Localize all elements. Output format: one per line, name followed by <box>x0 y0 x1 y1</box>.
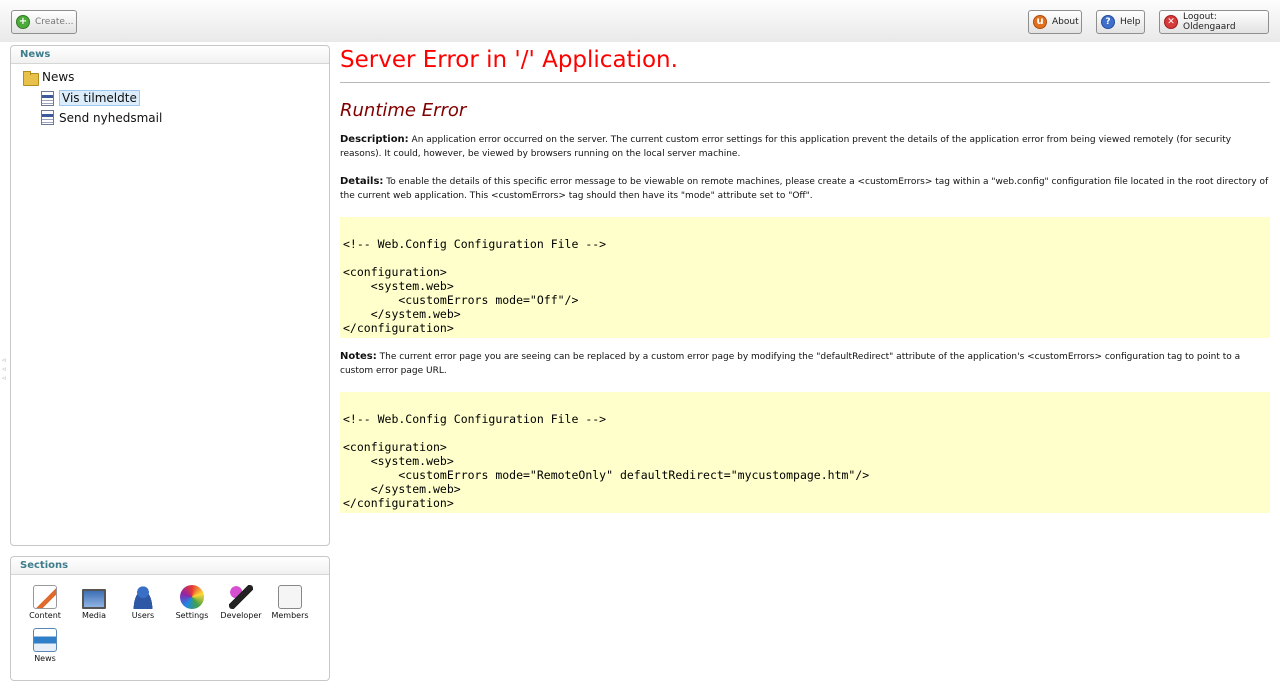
news-icon <box>33 628 57 652</box>
section-members[interactable]: Members <box>268 585 312 620</box>
notes-label: Notes: <box>340 351 377 362</box>
tree-node-vis-tilmeldte[interactable]: Vis tilmeldte <box>41 90 140 106</box>
settings-icon <box>180 585 204 609</box>
content-tree-panel: News News Vis tilmeldte Send nyhedsmail <box>10 45 330 546</box>
media-icon <box>82 589 106 609</box>
description-paragraph: Description: An application error occurr… <box>340 133 1270 161</box>
plus-icon: + <box>16 15 30 29</box>
create-button[interactable]: + Create... <box>11 10 77 34</box>
section-label: Developer <box>220 611 262 620</box>
tree-node-label: News <box>42 70 75 84</box>
sections-panel: Sections Content Media Users Settings De… <box>10 556 330 681</box>
help-icon: ? <box>1101 15 1115 29</box>
redirect-code-block: <!-- Web.Config Configuration File --> <… <box>340 392 1270 513</box>
developer-icon <box>229 585 253 609</box>
page-title: Server Error in '/' Application. <box>340 47 1270 83</box>
section-content[interactable]: Content <box>23 585 67 620</box>
create-button-label: Create... <box>35 17 74 27</box>
tree-node-news[interactable]: News <box>23 70 75 86</box>
details-label: Details: <box>340 176 384 187</box>
notes-text: The current error page you are seeing ca… <box>340 352 1241 376</box>
section-label: Media <box>81 611 107 620</box>
users-icon <box>131 585 155 609</box>
section-news[interactable]: News <box>23 628 67 663</box>
top-toolbar: + Create... u About ? Help ✕ Logout: Old… <box>0 0 1280 42</box>
content-icon <box>33 585 57 609</box>
tree-node-label: Vis tilmeldte <box>59 90 140 106</box>
tree-node-send-nyhedsmail[interactable]: Send nyhedsmail <box>41 110 162 125</box>
description-label: Description: <box>340 134 409 145</box>
logout-button[interactable]: ✕ Logout: Oldengaard <box>1159 10 1269 34</box>
section-label: News <box>34 654 56 663</box>
tree-node-label: Send nyhedsmail <box>59 110 163 125</box>
sections-panel-header: Sections <box>11 557 329 575</box>
about-button[interactable]: u About <box>1028 10 1082 34</box>
tree-panel-header: News <box>11 46 329 64</box>
logout-button-label: Logout: Oldengaard <box>1183 12 1236 32</box>
section-developer[interactable]: Developer <box>219 585 263 620</box>
section-users[interactable]: Users <box>121 585 165 620</box>
section-label: Members <box>271 611 309 620</box>
close-icon: ✕ <box>1164 15 1178 29</box>
umbraco-logo-icon: u <box>1033 15 1047 29</box>
document-icon <box>41 110 54 125</box>
details-text: To enable the details of this specific e… <box>340 177 1269 201</box>
panel-splitter-handle[interactable]: ◃ ◃ ◃ <box>2 356 8 384</box>
notes-paragraph: Notes: The current error page you are se… <box>340 350 1270 378</box>
error-subtitle: Runtime Error <box>340 100 467 121</box>
document-icon <box>41 90 54 106</box>
help-button-label: Help <box>1120 17 1141 27</box>
details-paragraph: Details: To enable the details of this s… <box>340 175 1270 203</box>
section-label: Users <box>131 611 155 620</box>
section-label: Settings <box>175 611 209 620</box>
section-settings[interactable]: Settings <box>170 585 214 620</box>
section-label: Content <box>29 611 61 620</box>
about-button-label: About <box>1052 17 1079 27</box>
help-button[interactable]: ? Help <box>1096 10 1145 34</box>
members-icon <box>278 585 302 609</box>
folder-icon <box>23 70 39 86</box>
config-code-block: <!-- Web.Config Configuration File --> <… <box>340 217 1270 338</box>
section-media[interactable]: Media <box>72 585 116 620</box>
description-text: An application error occurred on the ser… <box>340 135 1232 159</box>
error-page: Server Error in '/' Application. Runtime… <box>340 45 1270 513</box>
